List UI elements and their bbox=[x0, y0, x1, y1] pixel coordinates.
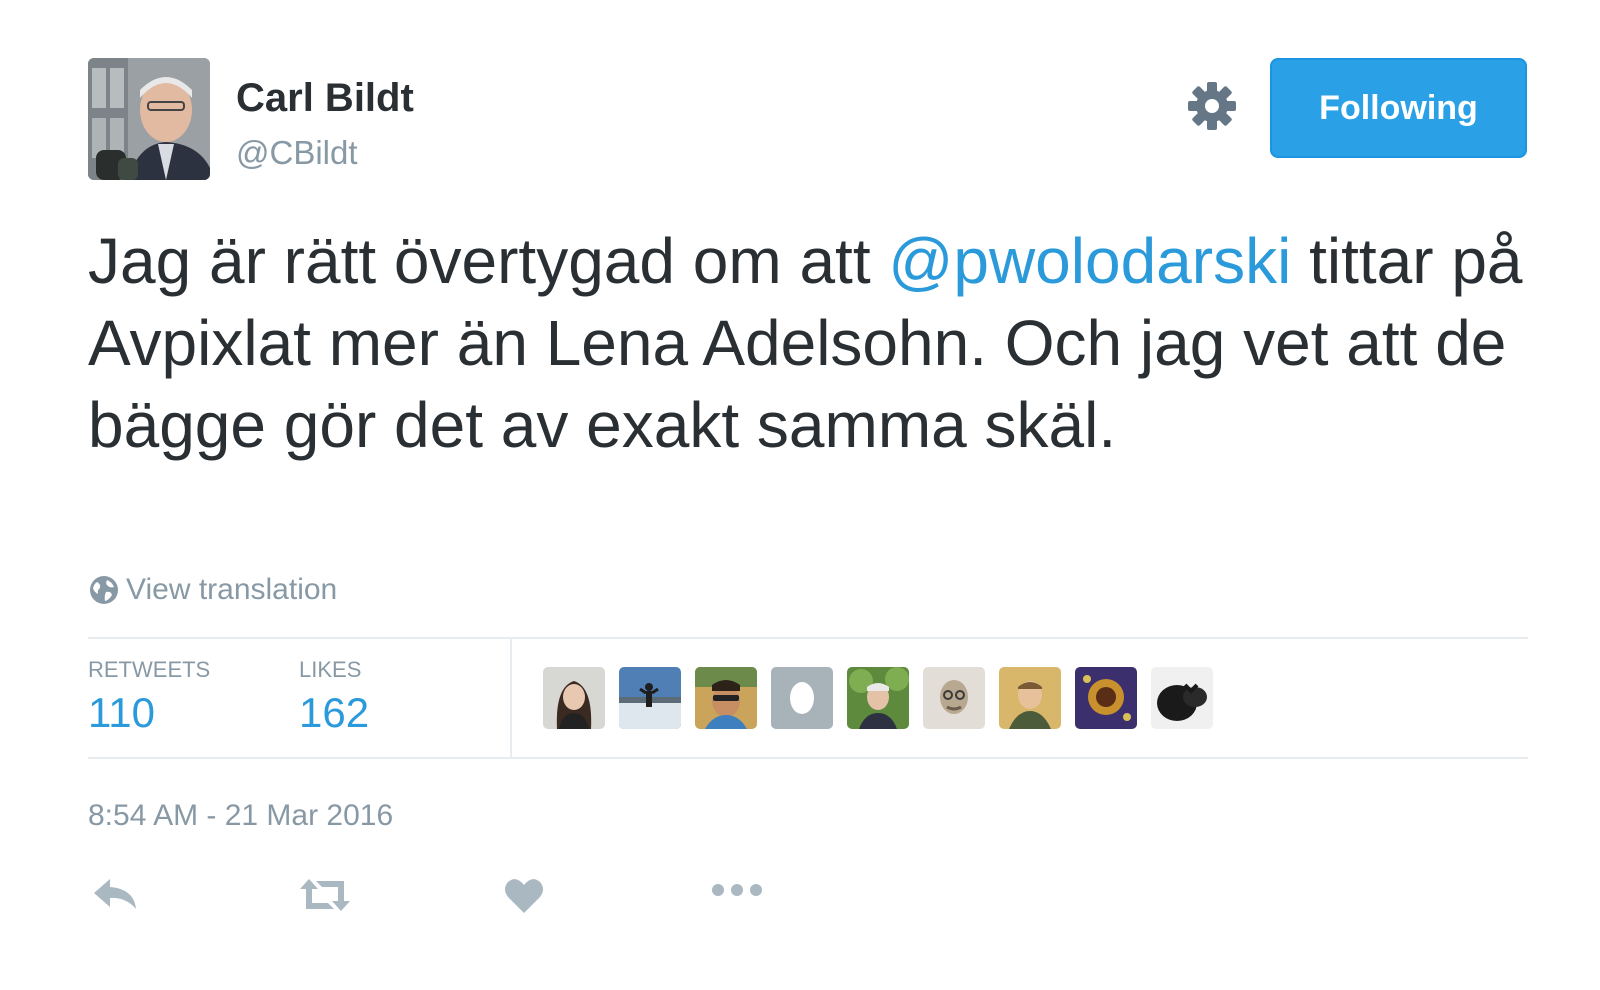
liker-avatar[interactable] bbox=[695, 667, 757, 729]
liker-avatar[interactable] bbox=[771, 667, 833, 729]
retweet-icon-graphic bbox=[300, 879, 350, 911]
retweets-count: 110 bbox=[88, 689, 155, 736]
stats-divider-vertical bbox=[510, 637, 512, 759]
tweet-text-before: Jag är rätt övertygad om att bbox=[88, 225, 889, 297]
likes-count: 162 bbox=[299, 689, 370, 736]
liker-avatars bbox=[543, 667, 1213, 729]
liker-avatar[interactable] bbox=[999, 667, 1061, 729]
view-translation-label: View translation bbox=[126, 573, 338, 606]
reply-icon[interactable] bbox=[90, 875, 140, 925]
retweet-icon[interactable] bbox=[296, 875, 354, 925]
liker-avatar-image bbox=[695, 667, 757, 729]
tweet-text: Jag är rätt övertygad om att @pwolodarsk… bbox=[88, 220, 1558, 466]
heart-icon-graphic bbox=[505, 879, 543, 913]
liker-avatar-image bbox=[543, 667, 605, 729]
stats-divider-top bbox=[88, 637, 1528, 639]
likes-stat[interactable]: LIKES 162 bbox=[299, 657, 369, 737]
author-handle[interactable]: @CBildt bbox=[236, 134, 358, 172]
liker-avatar[interactable] bbox=[1075, 667, 1137, 729]
stats-divider-bottom bbox=[88, 757, 1528, 759]
more-icon[interactable] bbox=[710, 875, 764, 925]
liker-avatar-image bbox=[923, 667, 985, 729]
more-icon-graphic bbox=[712, 884, 762, 896]
tweet-card: Carl Bildt @CBildt Following Jag är rätt… bbox=[0, 0, 1600, 990]
liker-avatar-image bbox=[1151, 667, 1213, 729]
globe-icon bbox=[90, 576, 118, 604]
liker-avatar-image bbox=[771, 667, 833, 729]
liker-avatar-image bbox=[847, 667, 909, 729]
mention-link[interactable]: @pwolodarski bbox=[888, 225, 1291, 297]
avatar-image bbox=[88, 58, 210, 180]
retweets-label: RETWEETS bbox=[88, 657, 211, 682]
gear-icon-graphic bbox=[1188, 82, 1236, 130]
liker-avatar[interactable] bbox=[847, 667, 909, 729]
likes-label: LIKES bbox=[299, 657, 362, 682]
liker-avatar[interactable] bbox=[923, 667, 985, 729]
liker-avatar-image bbox=[999, 667, 1061, 729]
retweets-stat[interactable]: RETWEETS 110 bbox=[88, 657, 210, 737]
liker-avatar-image bbox=[619, 667, 681, 729]
author-name[interactable]: Carl Bildt bbox=[236, 76, 414, 121]
liker-avatar[interactable] bbox=[619, 667, 681, 729]
liker-avatar-image bbox=[1075, 667, 1137, 729]
following-button[interactable]: Following bbox=[1270, 58, 1527, 158]
view-translation-link[interactable]: View translation bbox=[88, 573, 337, 607]
heart-icon[interactable] bbox=[502, 875, 546, 925]
gear-icon[interactable] bbox=[1186, 80, 1238, 132]
liker-avatar[interactable] bbox=[1151, 667, 1213, 729]
author-avatar[interactable] bbox=[88, 58, 210, 180]
tweet-timestamp[interactable]: 8:54 AM - 21 Mar 2016 bbox=[88, 799, 393, 833]
reply-icon-graphic bbox=[94, 879, 136, 909]
liker-avatar[interactable] bbox=[543, 667, 605, 729]
